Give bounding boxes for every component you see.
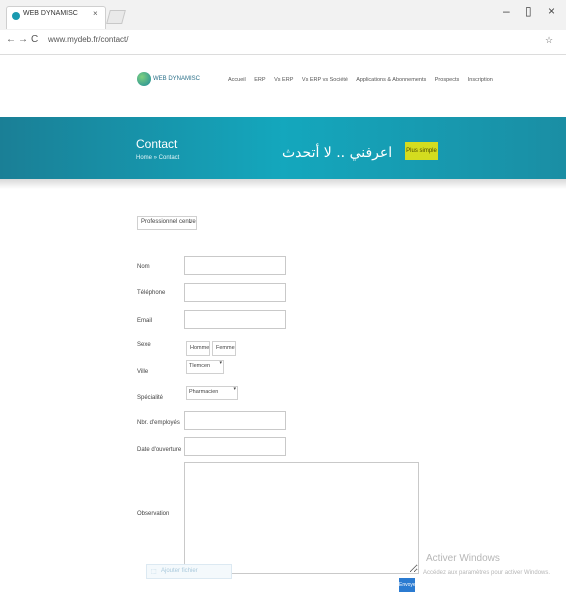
banner-arabic-slogan: اعرفني .. لا أتحدث <box>282 145 393 161</box>
label-nom: Nom <box>137 264 150 270</box>
label-ville: Ville <box>137 369 149 375</box>
tab-title: WEB DYNAMISC <box>23 10 78 17</box>
back-arrow-icon[interactable]: ← <box>6 34 16 45</box>
label-sexe: Sexe <box>137 342 151 348</box>
date-ouverture-input[interactable] <box>184 437 286 456</box>
menu-item-prospects[interactable]: Prospects <box>435 77 459 83</box>
nom-input[interactable] <box>184 256 286 275</box>
upload-label: Ajouter fichier <box>161 568 198 574</box>
menu-item-vs-erp-societe[interactable]: Vs ERP vs Société <box>302 77 348 83</box>
favicon-icon <box>12 12 20 20</box>
main-menu: Accueil ERP Vs ERP Vs ERP vs Société App… <box>228 77 500 83</box>
menu-item-vs-erp[interactable]: Vs ERP <box>274 77 293 83</box>
email-input[interactable] <box>184 310 286 329</box>
breadcrumb[interactable]: Home » Contact <box>136 155 179 161</box>
page-title: Contact <box>136 137 178 151</box>
nbr-employes-input[interactable] <box>184 411 286 430</box>
bookmark-star-icon[interactable]: ☆ <box>545 35 553 46</box>
envoyer-button[interactable]: Envoyer <box>399 578 417 592</box>
type-select[interactable]: Professionnel centre ⌄ <box>137 216 197 230</box>
menu-item-erp[interactable]: ERP <box>254 77 265 83</box>
site-logo-text[interactable]: WEB DYNAMISC <box>153 76 200 82</box>
close-window-icon[interactable]: × <box>548 4 555 18</box>
specialite-select[interactable]: Pharmacien ▾ <box>186 386 238 400</box>
label-email: Email <box>137 318 153 324</box>
sexe-option-homme[interactable]: Homme <box>186 341 210 356</box>
sexe-option-femme[interactable]: Femme <box>212 341 236 356</box>
sexe-femme-label: Femme <box>216 345 235 351</box>
specialite-select-value: Pharmacien <box>189 389 219 395</box>
plus-simple-button[interactable]: Plus simple <box>405 142 438 160</box>
menu-item-accueil[interactable]: Accueil <box>228 77 246 83</box>
ville-select-value: Tlemcen <box>189 363 211 369</box>
tab-close-icon[interactable]: × <box>93 9 98 18</box>
site-logo-icon[interactable] <box>137 72 151 86</box>
label-date-ouverture: Date d'ouverture <box>137 447 182 453</box>
chevron-down-icon: ▾ <box>233 386 236 392</box>
chevron-down-icon: ⌄ <box>187 219 193 225</box>
windows-activation-title: Activer Windows <box>426 553 500 564</box>
minimize-icon[interactable]: – <box>503 4 510 18</box>
observation-textarea[interactable] <box>184 462 419 574</box>
forward-arrow-icon[interactable]: → <box>18 34 28 45</box>
url-input[interactable]: www.mydeb.fr/contact/ <box>48 35 538 49</box>
telephone-input[interactable] <box>184 283 286 302</box>
ville-select[interactable]: Tlemcen ▾ <box>186 360 224 374</box>
sexe-homme-label: Homme <box>190 345 210 351</box>
menu-item-inscription[interactable]: Inscription <box>468 77 493 83</box>
maximize-icon[interactable]: ▯ <box>525 4 532 18</box>
windows-activation-subtitle: Accédez aux paramètres pour activer Wind… <box>423 570 551 576</box>
label-nbr-employes: Nbr. d'employés <box>137 420 180 426</box>
reload-icon[interactable]: C <box>31 34 38 45</box>
upload-file-button[interactable]: ⬚ Ajouter fichier <box>146 564 232 579</box>
menu-item-applications[interactable]: Applications & Abonnements <box>356 77 426 83</box>
upload-icon: ⬚ <box>151 569 157 575</box>
label-specialite: Spécialité <box>137 395 164 401</box>
banner-shadow <box>0 179 566 189</box>
label-observation: Observation <box>137 511 170 517</box>
chevron-down-icon: ▾ <box>219 360 222 366</box>
label-telephone: Téléphone <box>137 290 166 296</box>
